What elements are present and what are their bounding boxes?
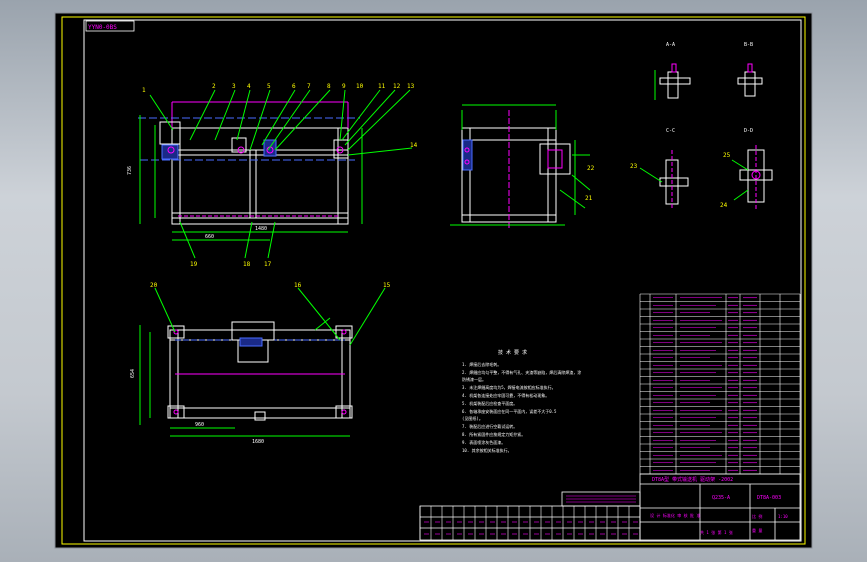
callout-12: 12: [393, 83, 401, 90]
callout-3: 3: [232, 83, 236, 90]
callout-2: 2: [212, 83, 216, 90]
cad-viewport: YYN0-0BS 1 2 3 4 5 6 7 8 9 10 11 12 13 1…: [0, 0, 867, 562]
callout-9: 9: [342, 83, 346, 90]
drawing-stamp: YYN0-0BS: [88, 24, 117, 31]
callout-13: 13: [407, 83, 415, 90]
note-line: 防锈漆一层。: [462, 376, 486, 382]
dim-front-width-b: 1480: [255, 226, 267, 232]
callout-5: 5: [267, 83, 271, 90]
callout-7: 7: [307, 83, 311, 90]
callout-19: 19: [190, 261, 198, 268]
dim-plan-width-b: 1680: [252, 439, 264, 445]
callout-17: 17: [264, 261, 272, 268]
drawing-number: DT8A-003: [757, 495, 781, 501]
callout-14: 14: [410, 142, 418, 149]
dim-front-width-a: 660: [205, 234, 214, 240]
designer-row: 设 计 标准化 审 核 批 准: [650, 512, 700, 518]
note-line: (见图纸)。: [462, 415, 483, 421]
note-line: 10. 其余按相关标准执行。: [462, 447, 512, 453]
callout-18: 18: [243, 261, 251, 268]
callout-16: 16: [294, 282, 302, 289]
drawing-title: DT8A型 带式输送机 驱动架 -2002: [652, 476, 733, 483]
note-line: 6. 各轴承座安装面应在同一平面内，误差不大于0.5: [462, 408, 557, 414]
callout-23: 23: [630, 163, 638, 170]
note-line: 4. 机架各连接处应牢固可靠，不得有松动现象。: [462, 392, 549, 398]
note-line: 8. 所有紧固件应按规定力矩拧紧。: [462, 431, 525, 437]
callout-20: 20: [150, 282, 158, 289]
note-line: 9. 表面喷涂灰色面漆。: [462, 439, 505, 445]
callout-8: 8: [327, 83, 331, 90]
callout-24: 24: [720, 202, 728, 209]
dim-front-height: 736: [127, 166, 133, 175]
dim-plan-height: 654: [130, 369, 136, 378]
note-line: 5. 机架装配后应检查平面度。: [462, 400, 517, 406]
note-line: 3. 未注焊缝高度均为5，焊接电流按相应标准执行。: [462, 384, 556, 390]
material-label: Q235-A: [712, 495, 730, 501]
callout-1: 1: [142, 87, 146, 94]
ratio-label: 比 例: [752, 513, 762, 519]
note-line: 7. 装配后应进行空载试运转。: [462, 423, 517, 429]
callout-10: 10: [356, 83, 364, 90]
section-label-dd: D-D: [744, 128, 753, 134]
cad-drawing[interactable]: YYN0-0BS 1 2 3 4 5 6 7 8 9 10 11 12 13 1…: [0, 0, 867, 562]
callout-6: 6: [292, 83, 296, 90]
notes-title: 技 术 要 求: [498, 349, 527, 356]
callout-21: 21: [585, 195, 593, 202]
callout-15: 15: [383, 282, 391, 289]
dim-plan-width-a: 960: [195, 422, 204, 428]
section-label-aa: A-A: [666, 42, 675, 48]
note-line: 1. 焊接后去除毛刺。: [462, 361, 501, 367]
callout-25: 25: [723, 152, 731, 159]
weight-label: 重 量: [752, 527, 762, 533]
section-label-cc: C-C: [666, 128, 675, 134]
callout-4: 4: [247, 83, 251, 90]
callout-22: 22: [587, 165, 595, 172]
sheet-label: 共 1 张 第 1 张: [700, 529, 733, 535]
callout-11: 11: [378, 83, 386, 90]
section-label-bb: B-B: [744, 42, 753, 48]
note-line: 2. 焊缝应均匀平整，不得有气孔、夹渣等缺陷，焊后清除焊渣，涂: [462, 369, 581, 375]
scale-value: 1:10: [778, 514, 788, 519]
